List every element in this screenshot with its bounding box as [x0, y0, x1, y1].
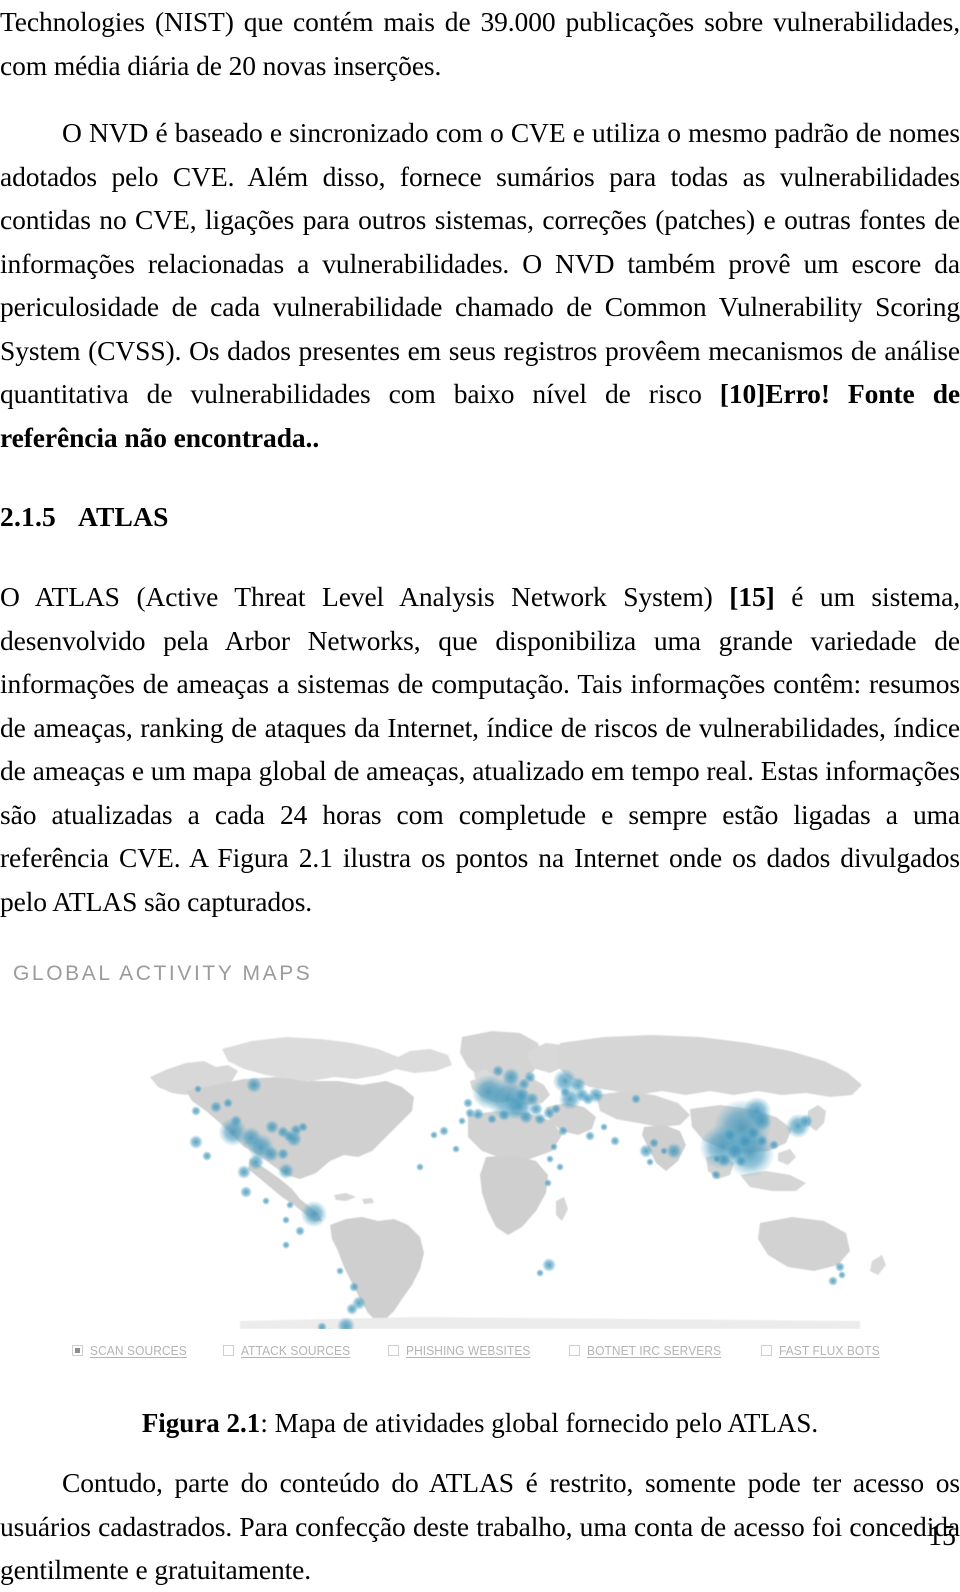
checkbox-phishing-websites[interactable]: [387, 1345, 399, 1356]
figure-caption-label: Figura 2.1: [141, 1408, 261, 1438]
page-number: 15: [928, 1521, 956, 1552]
legend-item-botnet-irc-servers[interactable]: BOTNET IRC SERVERS: [568, 1343, 733, 1358]
world-map-canvas: [0, 999, 960, 1329]
citation-15: [15]: [729, 581, 775, 612]
legend-item-fast-flux-bots[interactable]: FAST FLUX BOTS: [760, 1343, 889, 1358]
paragraph-nvd-details-text: O NVD é baseado e sincronizado com o CVE…: [0, 117, 960, 409]
citation-10: [10]: [719, 378, 766, 409]
document-page: Technologies (NIST) que contém mais de 3…: [0, 0, 960, 1585]
paragraph-nvd-details: O NVD é baseado e sincronizado com o CVE…: [0, 111, 960, 459]
paragraph-nvd-intro: Technologies (NIST) que contém mais de 3…: [0, 6, 960, 81]
figure-2-1: GLOBAL ACTIVITY MAPS SCAN SOURCES ATTACK…: [0, 947, 960, 1443]
legend-label-botnet-irc-servers: BOTNET IRC SERVERS: [586, 1343, 722, 1358]
checkbox-attack-sources[interactable]: [222, 1345, 234, 1356]
paragraph-nvd-details-tail: .: [312, 421, 320, 453]
paragraph-atlas-description: O ATLAS (Active Threat Level Analysis Ne…: [0, 575, 960, 923]
legend-label-scan-sources: SCAN SOURCES: [89, 1343, 187, 1358]
atlas-global-activity-map: GLOBAL ACTIVITY MAPS SCAN SOURCES ATTACK…: [0, 947, 960, 1387]
checkbox-botnet-irc-servers[interactable]: [568, 1345, 580, 1356]
legend-item-attack-sources[interactable]: ATTACK SOURCES: [222, 1343, 360, 1358]
heading-spacer-top: [0, 459, 960, 499]
map-legend: SCAN SOURCES ATTACK SOURCES PHISHING WEB…: [0, 1343, 960, 1358]
paragraph-atlas-head: O ATLAS (Active Threat Level Analysis Ne…: [0, 581, 730, 612]
legend-item-scan-sources[interactable]: SCAN SOURCES: [71, 1343, 195, 1358]
section-heading-number: 2.1.5: [0, 501, 56, 532]
legend-label-attack-sources: ATTACK SOURCES: [240, 1343, 351, 1358]
legend-label-fast-flux-bots: FAST FLUX BOTS: [778, 1343, 880, 1358]
paragraph-atlas-restricted: Contudo, parte do conteúdo do ATLAS é re…: [0, 1467, 960, 1585]
checkbox-fast-flux-bots[interactable]: [760, 1345, 772, 1356]
legend-label-phishing-websites: PHISHING WEBSITES: [405, 1343, 531, 1358]
checkbox-scan-sources[interactable]: [71, 1345, 83, 1356]
figure-caption-text: : Mapa de atividades global fornecido pe…: [260, 1408, 819, 1438]
section-heading-atlas: 2.1.5 ATLAS: [0, 499, 960, 535]
legend-item-phishing-websites[interactable]: PHISHING WEBSITES: [387, 1343, 541, 1358]
figure-caption: Figura 2.1: Mapa de atividades global fo…: [0, 1403, 960, 1443]
section-heading-title: ATLAS: [78, 501, 169, 532]
map-title: GLOBAL ACTIVITY MAPS: [13, 962, 313, 985]
heading-spacer-bottom: [0, 535, 960, 575]
paragraph-atlas-tail: é um sistema, desenvolvido pela Arbor Ne…: [0, 581, 960, 917]
